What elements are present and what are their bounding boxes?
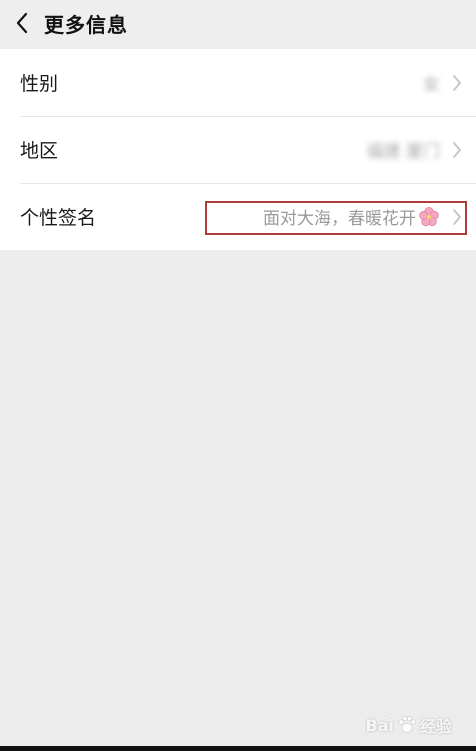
watermark-text-right: 经验: [419, 717, 452, 736]
watermark-text-left: Bai: [365, 715, 394, 735]
row-gender[interactable]: 性别 女: [0, 49, 476, 116]
chevron-right-icon: [453, 141, 461, 158]
back-button[interactable]: [0, 0, 44, 46]
chevron-left-icon: [16, 12, 28, 34]
watermark: Bai 经验: [366, 713, 453, 737]
chevron-right-icon: [453, 74, 461, 91]
row-label: 性别: [20, 73, 59, 95]
cherry-blossom-icon: [419, 206, 439, 226]
row-label: 个性签名: [20, 207, 97, 229]
row-signature[interactable]: 个性签名 面对大海，春暖花开: [0, 183, 476, 250]
signature-text: 面对大海，春暖花开: [263, 209, 416, 229]
chevron-right-icon: [453, 208, 461, 225]
paw-icon: [398, 715, 416, 733]
row-region[interactable]: 地区 福建 厦门: [0, 116, 476, 183]
bottom-bar: [0, 746, 476, 751]
region-value: 福建 厦门: [366, 142, 440, 162]
row-label: 地区: [20, 140, 59, 162]
page-title: 更多信息: [44, 12, 128, 37]
info-list: 性别 女 地区 福建 厦门 个性签名 面对大海，春暖花开: [0, 49, 476, 250]
header-bar: 更多信息: [0, 0, 476, 46]
gender-value: 女: [423, 75, 440, 95]
signature-value: 面对大海，春暖花开: [263, 204, 440, 229]
